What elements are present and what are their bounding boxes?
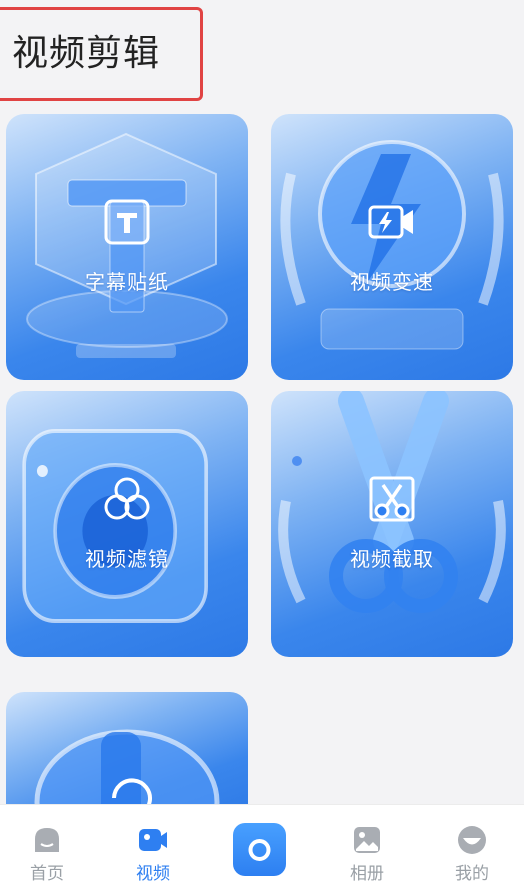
camera-icon xyxy=(248,839,271,861)
album-icon xyxy=(354,827,380,853)
filter-circles-icon xyxy=(104,477,150,520)
video-icon xyxy=(139,829,167,851)
subtitle-t-icon xyxy=(104,199,150,245)
filter-illustration xyxy=(22,429,208,623)
tab-video[interactable]: 视频 xyxy=(113,805,193,887)
video-filter-label: 视频滤镜 xyxy=(85,547,169,571)
subtitle-sticker-label: 字幕贴纸 xyxy=(85,270,169,294)
tab-home-label: 首页 xyxy=(30,864,64,884)
tab-video-label: 视频 xyxy=(136,864,170,884)
video-speed-card[interactable]: 视频变速 xyxy=(271,114,513,380)
video-filter-card[interactable]: 视频滤镜 xyxy=(6,391,248,657)
tab-mine-label: 我的 xyxy=(455,864,489,884)
rotate-illustration xyxy=(34,729,220,822)
video-edit-page: 视频剪辑 字幕贴纸 视频变速 视频滤镜 视频截取 首页 视频 相册 我的 xyxy=(0,0,524,887)
tab-album-label: 相册 xyxy=(350,864,384,884)
video-speed-label: 视频变速 xyxy=(350,270,434,294)
scissors-illustration xyxy=(278,391,506,613)
subtitle-illustration xyxy=(26,132,228,358)
subtitle-sticker-card[interactable]: 字幕贴纸 xyxy=(6,114,248,380)
tab-mine[interactable]: 我的 xyxy=(432,805,512,887)
speed-camera-icon xyxy=(368,205,413,239)
camera-button[interactable] xyxy=(233,823,286,876)
scissors-icon xyxy=(369,476,415,522)
tab-album[interactable]: 相册 xyxy=(327,805,407,887)
video-cut-label: 视频截取 xyxy=(350,547,434,571)
tab-home[interactable]: 首页 xyxy=(7,805,87,887)
video-cut-card[interactable]: 视频截取 xyxy=(271,391,513,657)
home-icon xyxy=(35,828,59,852)
page-title: 视频剪辑 xyxy=(12,33,161,74)
profile-icon xyxy=(458,826,486,854)
speed-illustration xyxy=(280,140,504,350)
video-rotate-card[interactable] xyxy=(6,692,248,822)
